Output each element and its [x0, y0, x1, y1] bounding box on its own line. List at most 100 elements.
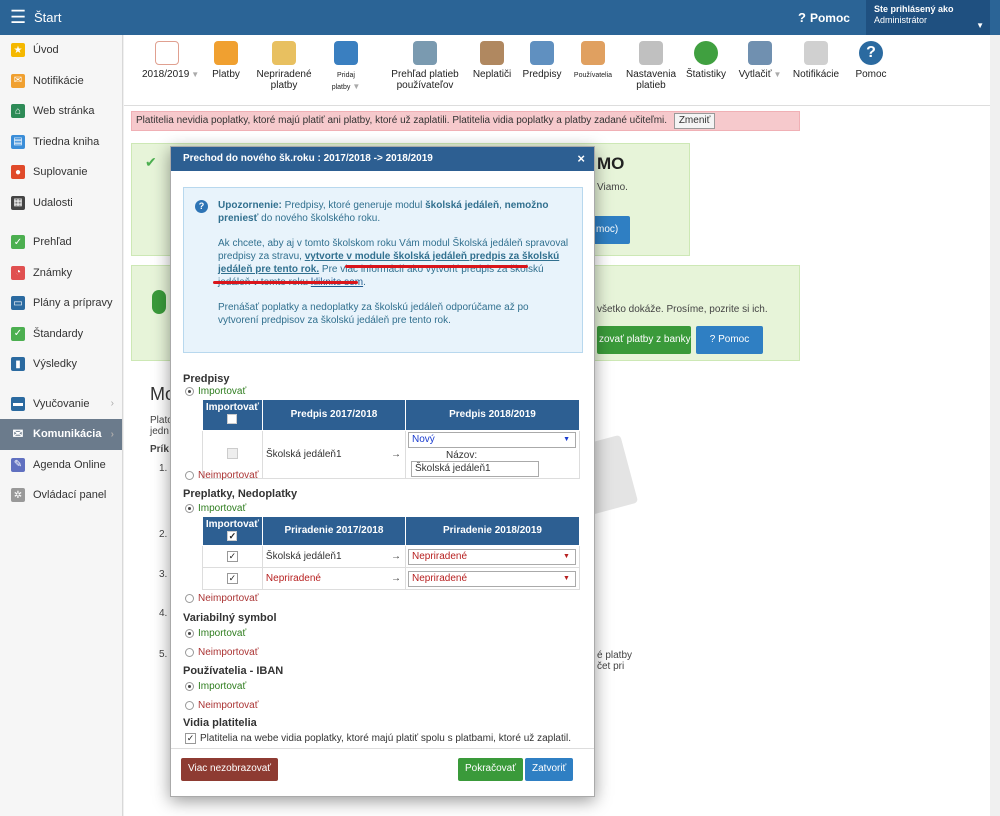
- sidebar-item-5[interactable]: ▦ Udalosti: [0, 188, 122, 219]
- iban-noimport-radio[interactable]: Neimportovať: [185, 700, 258, 711]
- calendar-icon: [155, 41, 179, 65]
- col-header-new: Predpis 2018/2019: [405, 399, 580, 431]
- toolbar-label: Predpisy: [522, 69, 562, 80]
- payers-see-label: Platitelia na webe vidia poplatky, ktoré…: [200, 733, 571, 744]
- predpisy-noimport-radio[interactable]: Neimportovať: [185, 470, 258, 481]
- hide-button[interactable]: Viac nezobrazovať: [181, 758, 279, 781]
- select-all-checkbox[interactable]: [227, 414, 238, 424]
- toolbar-label: Používatelia: [573, 72, 613, 79]
- select-all-checkbox[interactable]: ✓: [227, 531, 238, 541]
- preplatky-noimport-radio[interactable]: Neimportovať: [185, 593, 258, 604]
- radio-label: Neimportovať: [198, 700, 259, 711]
- sidebar-item-6[interactable]: ✓ Prehľad: [0, 227, 122, 258]
- toolbar-add-payment[interactable]: Pridaj platby ▼: [322, 41, 370, 93]
- toolbar-label: Pomoc: [855, 69, 887, 80]
- row-checkbox[interactable]: [226, 447, 238, 459]
- vs-noimport-radio[interactable]: Neimportovať: [185, 647, 258, 658]
- sidebar-item-3[interactable]: ▤ Triedna kniha: [0, 127, 122, 158]
- close-icon[interactable]: ×: [577, 147, 585, 171]
- help-button[interactable]: ? Pomoc: [696, 326, 763, 354]
- sidebar-item-9[interactable]: ✓ Štandardy: [0, 319, 122, 350]
- toolbar-calendar[interactable]: 2018/2019 ▼: [142, 41, 199, 80]
- help-button-bg[interactable]: moc): [590, 216, 630, 244]
- sidebar-item-10[interactable]: ▮ Výsledky: [0, 349, 122, 380]
- user-menu[interactable]: Ste prihlásený ako Administrátor ▼: [866, 0, 990, 35]
- sidebar-item-1[interactable]: ✉ Notifikácie: [0, 66, 122, 97]
- sidebar-item-14[interactable]: ✲ Ovládací panel: [0, 480, 122, 511]
- question-coins-icon: [272, 41, 296, 65]
- preplatky-import-radio[interactable]: Importovať: [185, 503, 246, 514]
- toolbar-users[interactable]: Používatelia: [570, 41, 616, 81]
- arrow-icon: →: [390, 551, 401, 562]
- sidebar-item-8[interactable]: ▭ Plány a prípravy: [0, 288, 122, 319]
- alert-text: do nového školského roku.: [258, 213, 381, 224]
- col-header-label: Importovať: [205, 519, 260, 530]
- viamo-logo: MO: [597, 154, 625, 173]
- toolbar-pie[interactable]: Štatistiky: [684, 41, 728, 80]
- section-payers-see: Vidia platitelia: [183, 717, 257, 729]
- help-link[interactable]: ? Pomoc: [798, 10, 850, 25]
- sidebar-item-12[interactable]: ✉ Komunikácia ›: [0, 419, 122, 450]
- add-payment-icon: [334, 41, 358, 65]
- assignment-select[interactable]: Nepriradené ▼: [407, 548, 576, 565]
- bg-text-jedn: jedn: [150, 426, 169, 437]
- radio-icon: [185, 701, 194, 710]
- cell-name: Nepriradené →: [261, 567, 406, 590]
- sidebar-item-13[interactable]: ✎ Agenda Online: [0, 450, 122, 481]
- toolbar-gear[interactable]: Nastavenia platieb: [624, 41, 678, 91]
- continue-button[interactable]: Pokračovať: [458, 758, 523, 781]
- cell-target: Nepriradené ▼: [404, 567, 581, 590]
- sidebar-item-label: Úvod: [33, 44, 59, 57]
- vs-import-radio[interactable]: Importovať: [185, 628, 246, 639]
- toolbar-label: Nastavenia platieb: [625, 69, 677, 91]
- toolbar-label: Prehľad platieb používateľov: [391, 69, 459, 91]
- sidebar-item-4[interactable]: ● Suplovanie: [0, 157, 122, 188]
- toolbar-label: Nepriradené platby: [256, 69, 312, 91]
- predpis-select[interactable]: Nový ▼: [408, 432, 576, 448]
- sidebar-item-2[interactable]: ⌂ Web stránka: [0, 96, 122, 127]
- toolbar-label: Vytlačiť: [738, 69, 772, 80]
- phone-icon: [804, 41, 828, 65]
- bar-chart-icon: ▮: [11, 357, 25, 372]
- toolbar-phone[interactable]: Notifikácie: [792, 41, 840, 80]
- select-value: Nový: [412, 434, 435, 445]
- toolbar-notebook[interactable]: Predpisy: [520, 41, 564, 80]
- toolbar-moneybag[interactable]: Neplatiči: [472, 41, 512, 80]
- check-icon: ✔: [145, 154, 157, 170]
- import-payments-button[interactable]: zovať platby z banky: [597, 326, 691, 354]
- toolbar-globe[interactable]: Platby: [210, 41, 242, 80]
- hamburger-menu-icon[interactable]: ☰: [10, 8, 26, 26]
- radio-label: Importovať: [198, 503, 247, 514]
- chat-icon: ✉: [12, 426, 24, 442]
- sidebar-item-0[interactable]: ★ Úvod: [0, 35, 122, 66]
- sidebar-item-7[interactable]: ◔ Známky: [0, 258, 122, 289]
- sidebar-item-label: Web stránka: [33, 105, 95, 118]
- app-title[interactable]: Štart: [34, 10, 61, 25]
- preplatky-table: Importovať ✓ Priradenie 2017/2018 Prirade…: [202, 516, 581, 590]
- row-checkbox[interactable]: ✓: [226, 573, 238, 584]
- select-value: Nepriradené: [411, 550, 468, 562]
- book-icon: ▤: [11, 134, 25, 149]
- assignment-select[interactable]: Nepriradené ▼: [407, 570, 576, 587]
- toolbar-box[interactable]: Prehľad platieb používateľov: [386, 41, 464, 91]
- name-input[interactable]: Školská jedáleň1: [411, 461, 539, 477]
- change-button[interactable]: Zmeniť: [673, 113, 716, 129]
- sidebar-item-label: Prehľad: [33, 236, 72, 249]
- predpisy-import-radio[interactable]: Importovať: [185, 386, 246, 397]
- sidebar-item-label: Agenda Online: [33, 458, 106, 471]
- payers-see-checkbox-row[interactable]: ✓ Platitelia na webe vidia poplatky, kto…: [185, 733, 571, 744]
- toolbar-help[interactable]: ? Pomoc: [850, 41, 892, 80]
- cell-name: Školská jedáleň1 →: [261, 430, 407, 479]
- close-button[interactable]: Zatvoriť: [525, 758, 574, 781]
- row-checkbox[interactable]: ✓: [226, 551, 238, 562]
- iban-import-radio[interactable]: Importovať: [185, 681, 246, 692]
- payers-see-checkbox[interactable]: ✓: [185, 733, 196, 744]
- sidebar-item-11[interactable]: ▬ Vyučovanie ›: [0, 389, 122, 420]
- cell-target: Nový ▼ Názov:Školská jedáleň1: [405, 430, 580, 479]
- dropdown-arrow-icon: ▼: [773, 70, 782, 79]
- toolbar-question-coins[interactable]: Nepriradené platby: [254, 41, 314, 91]
- pie-icon: [694, 41, 718, 65]
- dropdown-arrow-icon: ▼: [563, 552, 570, 560]
- sidebar-separator: [0, 218, 122, 227]
- toolbar-printer[interactable]: Vytlačiť ▼: [738, 41, 782, 80]
